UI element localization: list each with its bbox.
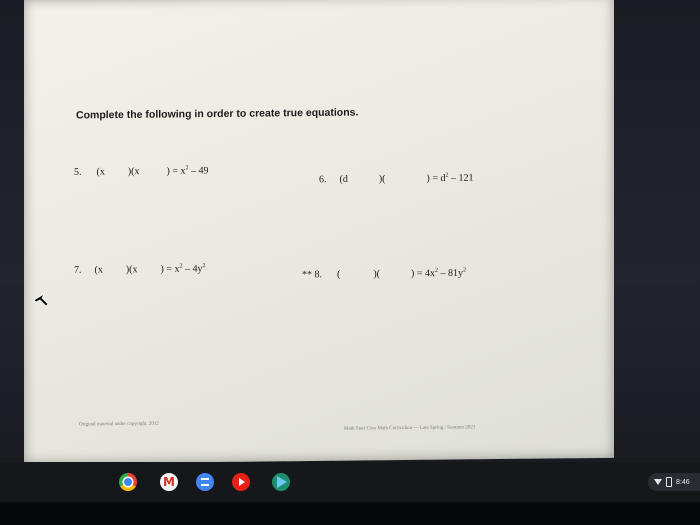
- problem-5: 5. (x )(x ) = x2 – 49: [74, 165, 209, 178]
- gmail-icon[interactable]: [160, 473, 178, 491]
- problem-label: 8.: [314, 269, 323, 281]
- challenge-marker: **: [302, 269, 312, 281]
- chromeos-shelf: 8:46: [0, 462, 700, 502]
- exponent-2: 2: [202, 263, 206, 270]
- worksheet-page: Complete the following in order to creat…: [24, 0, 614, 464]
- middle-paren: )(: [378, 173, 386, 185]
- battery-icon: [666, 477, 672, 487]
- play-store-icon[interactable]: [272, 473, 290, 491]
- variable-term: – 81y: [438, 267, 464, 279]
- exponent-2: 2: [463, 267, 466, 274]
- status-tray[interactable]: 8:46: [648, 473, 700, 491]
- problem-label: 5.: [74, 166, 82, 178]
- mouse-cursor-icon: [33, 292, 49, 307]
- constant-term: – 49: [188, 165, 209, 177]
- open-paren: (: [337, 269, 341, 281]
- open-paren: (d: [339, 173, 348, 186]
- problem-label: 7.: [74, 264, 82, 276]
- monitor-bezel: [0, 502, 700, 525]
- youtube-icon[interactable]: [232, 473, 250, 491]
- equals-term: = 4x: [416, 268, 435, 280]
- close-paren: ): [411, 268, 415, 280]
- monitor-screen: Complete the following in order to creat…: [0, 0, 700, 464]
- close-paren: ): [160, 263, 164, 275]
- close-paren: ): [426, 173, 430, 185]
- wifi-icon: [654, 479, 662, 485]
- problem-7: 7. (x )(x ) = x2 – 4y2: [74, 263, 206, 276]
- middle-paren: )(x: [127, 166, 140, 178]
- middle-paren: )(x: [125, 264, 138, 276]
- equals-term: = x: [172, 165, 186, 177]
- clock: 8:46: [676, 478, 690, 486]
- close-paren: ): [166, 165, 170, 177]
- problem-8: ** 8. ( )( ) = 4x2 – 81y2: [302, 267, 466, 280]
- open-paren: (x: [94, 264, 103, 276]
- middle-paren: )(: [373, 268, 381, 280]
- problem-6: 6. (d )( ) = d2 – 121: [319, 172, 474, 186]
- instruction-text: Complete the following in order to creat…: [76, 106, 359, 122]
- docs-icon[interactable]: [196, 473, 214, 491]
- open-paren: (x: [96, 166, 105, 178]
- equals-term: = x: [166, 263, 180, 275]
- curriculum-footer: Math Start Core Math Curriculum — Late S…: [344, 425, 476, 432]
- problem-label: 6.: [319, 174, 327, 186]
- constant-term: – 121: [448, 172, 474, 184]
- chrome-icon[interactable]: [119, 473, 137, 491]
- copyright-footer: Original material under copyright, 2012: [79, 421, 159, 428]
- equals-term: = d: [432, 172, 446, 185]
- variable-term: – 4y: [182, 263, 203, 275]
